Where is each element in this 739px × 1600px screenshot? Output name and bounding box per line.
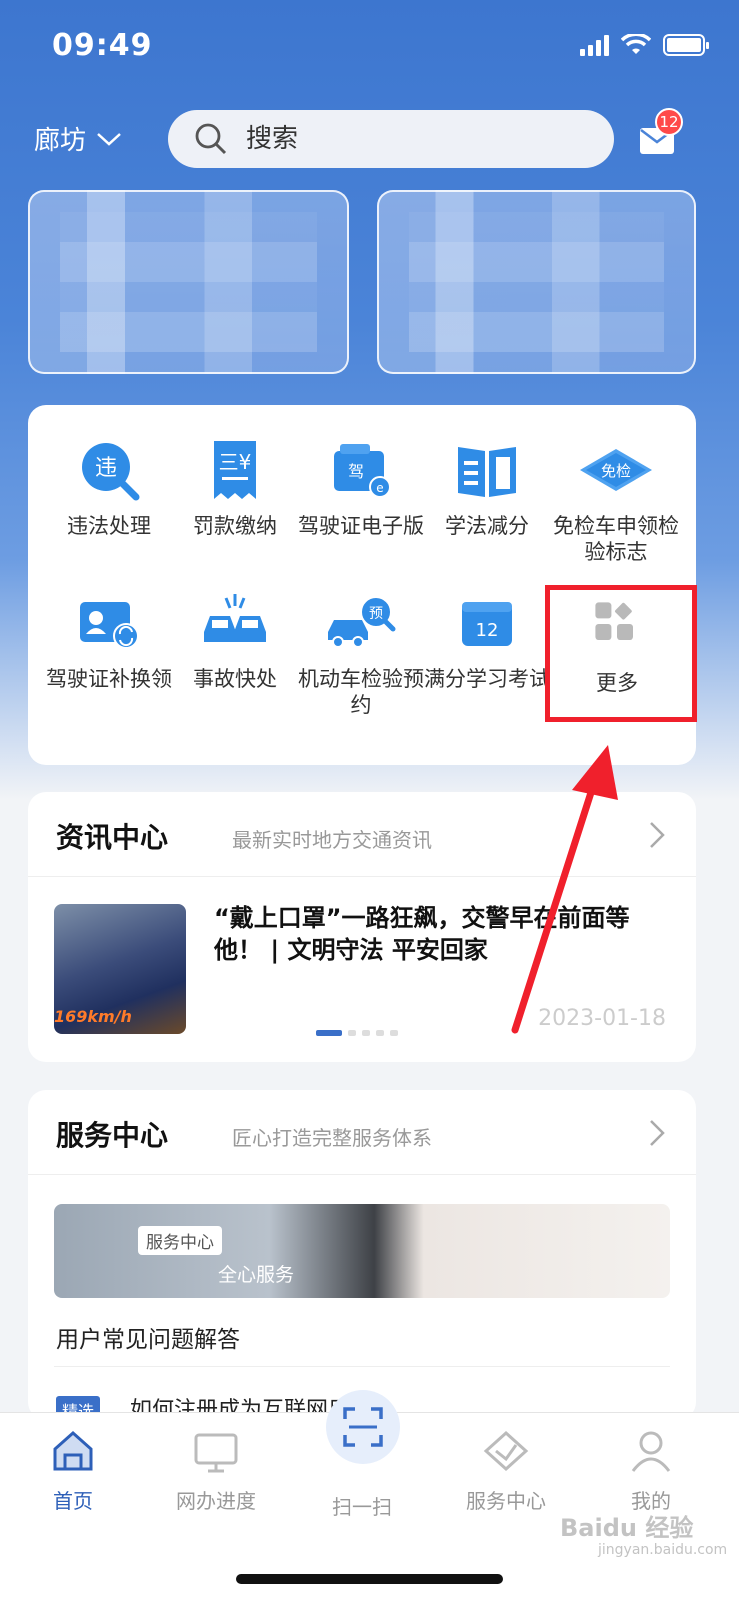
- home-indicator: [236, 1574, 503, 1584]
- service-diamond-icon: [483, 1430, 529, 1472]
- watermark-url: jingyan.baidu.com: [598, 1542, 728, 1558]
- service-subtitle: 匠心打造完整服务体系: [232, 1126, 432, 1150]
- study-book-icon: [458, 447, 516, 497]
- function-label: 罚款缴纳: [193, 514, 277, 538]
- annotation-highlight-box: [545, 585, 697, 722]
- svg-text:违: 违: [95, 456, 117, 481]
- tab-progress[interactable]: 网办进度: [151, 1427, 281, 1514]
- service-banner[interactable]: 服务中心 全心服务: [54, 1204, 670, 1298]
- tab-service-center[interactable]: 服务中心: [441, 1427, 571, 1514]
- status-bar: 09:49: [0, 0, 739, 95]
- service-card[interactable]: 服务中心 匠心打造完整服务体系 服务中心 全心服务 用户常见问题解答 精选 如何…: [28, 1090, 696, 1424]
- chevron-right-icon[interactable]: [648, 820, 666, 850]
- news-headline[interactable]: “戴上口罩”一路狂飙，交警早在前面等他！ | 文明守法 平安回家: [214, 902, 664, 966]
- news-date: 2023-01-18: [538, 1006, 666, 1031]
- violation-search-icon: 违: [82, 443, 140, 501]
- status-time: 09:49: [52, 28, 153, 63]
- home-icon: [53, 1430, 93, 1471]
- cellular-signal-icon: [580, 34, 609, 56]
- chevron-down-icon: [97, 132, 121, 146]
- service-title: 服务中心: [56, 1119, 169, 1152]
- banner-text: 全心服务: [218, 1264, 295, 1286]
- function-item-study[interactable]: 学法减分: [422, 435, 552, 539]
- booking-badge-text: 预: [369, 606, 383, 622]
- carousel-dots: [316, 1030, 398, 1036]
- svg-text:e: e: [376, 481, 383, 495]
- exempt-inspection-icon: 免检: [580, 449, 652, 491]
- exempt-badge-text: 免检: [601, 462, 631, 480]
- exam-badge-text: 12: [476, 620, 499, 641]
- city-name: 廊坊: [34, 126, 87, 156]
- news-title: 资讯中心: [56, 821, 169, 854]
- function-item-license-reissue[interactable]: 驾驶证补换领: [44, 588, 174, 692]
- battery-icon: [663, 34, 709, 56]
- blurred-card-right[interactable]: [377, 190, 696, 374]
- tab-label: 网办进度: [176, 1489, 256, 1513]
- chevron-right-icon[interactable]: [648, 1118, 666, 1148]
- status-icons: [580, 34, 709, 56]
- svg-text:驾: 驾: [348, 462, 364, 481]
- monitor-icon: [194, 1433, 238, 1473]
- search-input[interactable]: [246, 124, 546, 154]
- news-thumbnail[interactable]: 169km/h: [54, 904, 186, 1034]
- function-label: 学法减分: [445, 514, 529, 538]
- tab-mine[interactable]: 我的: [586, 1427, 716, 1514]
- tab-label: 首页: [53, 1489, 93, 1513]
- search-icon: [195, 123, 227, 155]
- function-label: 驾驶证电子版: [298, 514, 424, 538]
- function-item-exempt-inspection[interactable]: 免检 免检车申领检验标志: [548, 435, 684, 565]
- function-label: 违法处理: [67, 514, 151, 538]
- function-label: 免检车申领检验标志: [553, 514, 679, 564]
- wifi-icon: [621, 34, 651, 54]
- search-bar[interactable]: [168, 110, 614, 168]
- fine-receipt-icon: 三¥: [214, 441, 256, 499]
- tab-home[interactable]: 首页: [8, 1427, 138, 1514]
- watermark: Baidu 经验: [560, 1514, 694, 1542]
- scan-icon: [343, 1407, 383, 1447]
- function-item-e-license[interactable]: 驾 e 驾驶证电子版: [296, 435, 426, 539]
- mail-badge: 12: [655, 108, 683, 136]
- banner-tag: 服务中心: [138, 1226, 222, 1255]
- divider: [28, 1174, 696, 1175]
- tab-label: 扫一扫: [332, 1495, 392, 1519]
- svg-text:三¥: 三¥: [219, 450, 252, 474]
- divider: [28, 876, 696, 877]
- news-card[interactable]: 资讯中心 最新实时地方交通资讯 169km/h “戴上口罩”一路狂飙，交警早在前…: [28, 792, 696, 1062]
- faq-title: 用户常见问题解答: [56, 1327, 240, 1353]
- accident-cars-icon: [204, 594, 266, 642]
- function-item-violation[interactable]: 违 违法处理: [44, 435, 174, 539]
- divider: [54, 1366, 670, 1367]
- user-icon: [631, 1431, 671, 1472]
- blurred-card-left[interactable]: [28, 190, 349, 374]
- function-item-fine[interactable]: 三¥ 罚款缴纳: [170, 435, 300, 539]
- tab-scan[interactable]: 扫一扫: [297, 1491, 427, 1520]
- scan-button[interactable]: [326, 1390, 400, 1464]
- vehicle-inspection-booking-icon: 预: [328, 596, 396, 648]
- function-label: 驾驶证补换领: [46, 667, 172, 691]
- city-selector[interactable]: 廊坊: [34, 120, 122, 157]
- function-label: 机动车检验预约: [298, 667, 424, 717]
- function-item-exam[interactable]: 12 满分学习考试: [422, 588, 552, 692]
- full-score-exam-icon: 12: [462, 602, 512, 646]
- license-reissue-icon: [80, 602, 139, 649]
- thumbnail-speed-text: 169km/h: [54, 1007, 132, 1026]
- tab-label: 服务中心: [466, 1489, 546, 1513]
- function-label: 满分学习考试: [424, 667, 550, 691]
- function-item-accident[interactable]: 事故快处: [170, 588, 300, 692]
- function-label: 事故快处: [193, 667, 277, 691]
- electronic-license-icon: 驾 e: [334, 444, 391, 498]
- news-subtitle: 最新实时地方交通资讯: [232, 828, 432, 852]
- function-item-inspection-booking[interactable]: 预 机动车检验预约: [296, 588, 426, 718]
